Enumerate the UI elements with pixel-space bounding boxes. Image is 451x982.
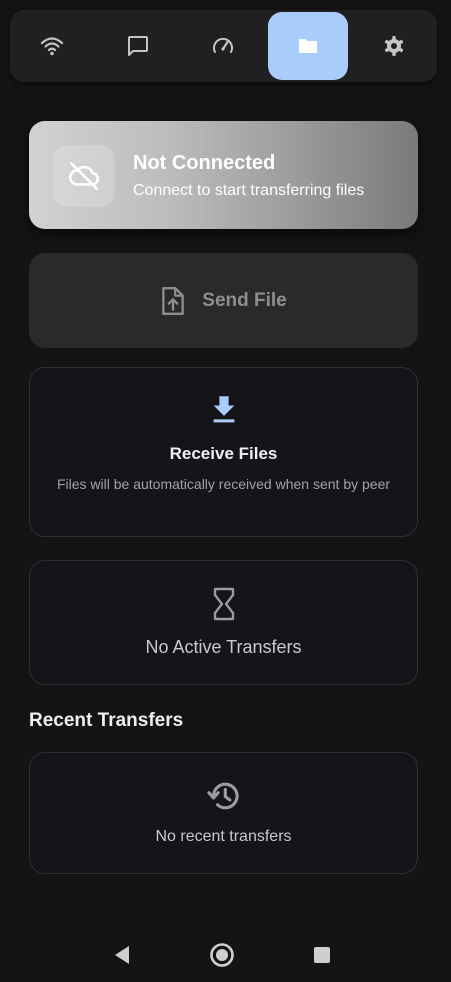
recent-transfers-card: No recent transfers [29, 752, 418, 874]
recent-transfers-empty-label: No recent transfers [155, 828, 292, 845]
history-icon [206, 782, 239, 810]
top-tab-bar [10, 10, 437, 82]
folder-icon [299, 39, 317, 53]
hourglass-icon [213, 587, 234, 621]
send-file-button[interactable]: Send File [29, 253, 418, 348]
status-title: Not Connected [133, 152, 276, 174]
tab-speed[interactable] [183, 12, 263, 80]
tab-files[interactable] [268, 12, 348, 80]
chat-icon [128, 36, 148, 56]
connection-status-card: Not Connected Connect to start transferr… [29, 121, 418, 229]
active-transfers-label: No Active Transfers [145, 637, 302, 657]
app-root: Not Connected Connect to start transferr… [0, 0, 451, 982]
back-icon[interactable] [112, 944, 132, 966]
tab-chat[interactable] [98, 12, 178, 80]
gear-icon [384, 36, 404, 56]
wifi-icon [40, 37, 64, 56]
file-upload-icon [162, 286, 185, 315]
download-icon [213, 396, 234, 423]
recent-transfers-heading: Recent Transfers [29, 710, 184, 731]
recents-icon[interactable] [313, 946, 331, 964]
cloud-off-icon [68, 161, 100, 191]
receive-files-description: Files will be automatically received whe… [56, 476, 391, 492]
tab-settings[interactable] [354, 12, 434, 80]
active-transfers-card: No Active Transfers [29, 560, 418, 685]
home-icon[interactable] [209, 942, 235, 968]
receive-files-title: Receive Files [169, 444, 278, 463]
status-icon-container [53, 145, 115, 207]
send-file-label: Send File [202, 289, 287, 311]
status-subtitle: Connect to start transferring files [133, 182, 365, 199]
receive-files-card: Receive Files Files will be automaticall… [29, 367, 418, 537]
speed-icon [213, 37, 233, 53]
tab-wifi[interactable] [12, 12, 92, 80]
